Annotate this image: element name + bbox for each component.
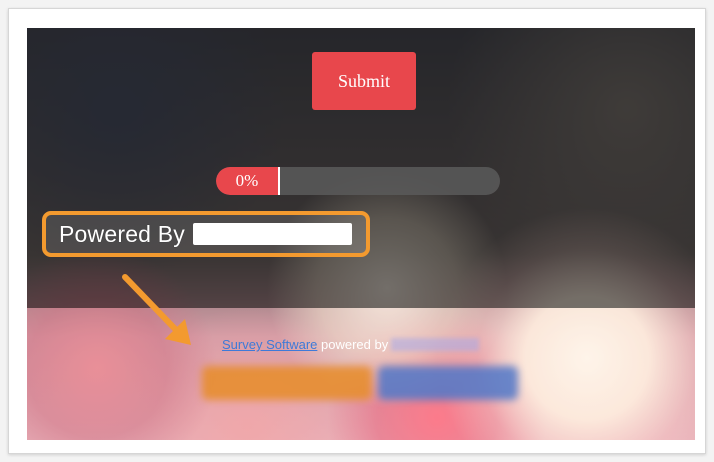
progress-fill: 0% — [216, 167, 280, 195]
survey-software-link[interactable]: Survey Software — [222, 337, 317, 352]
logo-part-1 — [202, 366, 372, 400]
footer-suffix: powered by — [317, 337, 389, 352]
submit-button[interactable]: Submit — [312, 52, 416, 110]
annotation-arrow-icon — [122, 274, 191, 345]
brand-logo[interactable] — [202, 361, 522, 405]
callout-text: Powered By — [59, 220, 186, 247]
survey-page: Submit 0% Powered By Survey Software pow… — [27, 28, 695, 440]
logo-part-2 — [378, 366, 518, 400]
progress-label: 0% — [235, 171, 259, 190]
footer-powered-by: Survey Software powered by — [222, 337, 480, 352]
powered-by-callout: Powered By — [42, 211, 370, 257]
redacted-brand-link[interactable] — [391, 338, 480, 351]
redacted-brand-box — [193, 223, 353, 245]
progress-bar: 0% — [216, 167, 500, 195]
